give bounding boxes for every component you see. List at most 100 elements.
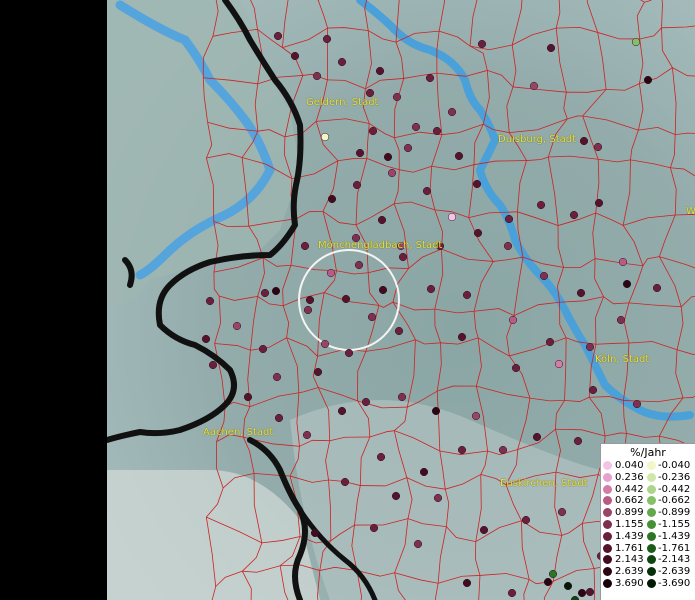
station-marker[interactable]: [205, 296, 215, 306]
station-marker[interactable]: [368, 126, 378, 136]
station-marker[interactable]: [305, 295, 315, 305]
station-marker[interactable]: [313, 367, 323, 377]
station-marker[interactable]: [232, 321, 242, 331]
station-marker[interactable]: [426, 284, 436, 294]
station-marker[interactable]: [498, 445, 508, 455]
map-viewport[interactable]: Geldern, Stadt Duisburg, Stadt Mönchengl…: [0, 0, 695, 600]
station-marker[interactable]: [243, 392, 253, 402]
station-marker[interactable]: [632, 399, 642, 409]
station-marker[interactable]: [290, 51, 300, 61]
station-marker[interactable]: [201, 334, 211, 344]
station-marker[interactable]: [320, 132, 330, 142]
station-marker[interactable]: [312, 71, 322, 81]
station-marker[interactable]: [375, 66, 385, 76]
station-marker[interactable]: [377, 215, 387, 225]
station-marker[interactable]: [391, 491, 401, 501]
station-marker[interactable]: [462, 290, 472, 300]
station-marker[interactable]: [471, 411, 481, 421]
station-marker[interactable]: [327, 194, 337, 204]
station-marker[interactable]: [322, 34, 332, 44]
station-marker[interactable]: [616, 315, 626, 325]
station-marker[interactable]: [618, 257, 628, 267]
station-marker[interactable]: [341, 294, 351, 304]
station-marker[interactable]: [563, 581, 573, 591]
station-marker[interactable]: [300, 241, 310, 251]
station-marker[interactable]: [260, 288, 270, 298]
station-marker[interactable]: [394, 326, 404, 336]
station-marker[interactable]: [588, 385, 598, 395]
station-marker[interactable]: [577, 588, 587, 598]
station-marker[interactable]: [425, 73, 435, 83]
station-marker[interactable]: [631, 37, 641, 47]
station-marker[interactable]: [376, 452, 386, 462]
station-marker[interactable]: [413, 539, 423, 549]
station-marker[interactable]: [361, 397, 371, 407]
station-marker[interactable]: [398, 252, 408, 262]
station-marker[interactable]: [433, 493, 443, 503]
station-marker[interactable]: [585, 342, 595, 352]
station-marker[interactable]: [479, 525, 489, 535]
station-marker[interactable]: [539, 271, 549, 281]
station-marker[interactable]: [403, 143, 413, 153]
station-marker[interactable]: [472, 179, 482, 189]
station-marker[interactable]: [208, 360, 218, 370]
station-marker[interactable]: [337, 57, 347, 67]
station-marker[interactable]: [473, 228, 483, 238]
station-marker[interactable]: [457, 332, 467, 342]
station-marker[interactable]: [271, 286, 281, 296]
station-marker[interactable]: [344, 348, 354, 358]
station-marker[interactable]: [355, 148, 365, 158]
station-marker[interactable]: [337, 406, 347, 416]
station-marker[interactable]: [431, 406, 441, 416]
station-marker[interactable]: [310, 528, 320, 538]
station-marker[interactable]: [543, 577, 553, 587]
station-marker[interactable]: [303, 305, 313, 315]
station-marker[interactable]: [432, 126, 442, 136]
station-marker[interactable]: [457, 445, 467, 455]
station-marker[interactable]: [365, 88, 375, 98]
station-marker[interactable]: [383, 152, 393, 162]
station-marker[interactable]: [504, 214, 514, 224]
station-marker[interactable]: [503, 241, 513, 251]
station-marker[interactable]: [302, 430, 312, 440]
station-marker[interactable]: [593, 142, 603, 152]
station-marker[interactable]: [643, 75, 653, 85]
station-marker[interactable]: [320, 339, 330, 349]
station-marker[interactable]: [536, 200, 546, 210]
station-marker[interactable]: [557, 507, 567, 517]
station-marker[interactable]: [521, 515, 531, 525]
station-marker[interactable]: [392, 92, 402, 102]
station-marker[interactable]: [462, 578, 472, 588]
station-marker[interactable]: [548, 569, 558, 579]
station-marker[interactable]: [532, 432, 542, 442]
station-marker[interactable]: [326, 268, 336, 278]
station-marker[interactable]: [272, 372, 282, 382]
station-marker[interactable]: [387, 168, 397, 178]
station-marker[interactable]: [422, 186, 432, 196]
station-marker[interactable]: [397, 392, 407, 402]
station-marker[interactable]: [273, 31, 283, 41]
station-marker[interactable]: [545, 337, 555, 347]
station-marker[interactable]: [354, 260, 364, 270]
station-marker[interactable]: [340, 477, 350, 487]
station-marker[interactable]: [477, 39, 487, 49]
station-marker[interactable]: [378, 285, 388, 295]
station-marker[interactable]: [576, 288, 586, 298]
station-marker[interactable]: [554, 359, 564, 369]
station-marker[interactable]: [579, 136, 589, 146]
station-marker[interactable]: [585, 587, 595, 597]
station-marker[interactable]: [508, 315, 518, 325]
station-marker[interactable]: [274, 413, 284, 423]
station-marker[interactable]: [573, 436, 583, 446]
station-marker[interactable]: [447, 212, 457, 222]
station-marker[interactable]: [507, 588, 517, 598]
station-marker[interactable]: [594, 198, 604, 208]
station-marker[interactable]: [258, 344, 268, 354]
station-marker[interactable]: [419, 467, 429, 477]
station-marker[interactable]: [529, 81, 539, 91]
station-marker[interactable]: [367, 312, 377, 322]
station-marker[interactable]: [569, 210, 579, 220]
station-marker[interactable]: [352, 180, 362, 190]
station-marker[interactable]: [447, 107, 457, 117]
station-marker[interactable]: [622, 279, 632, 289]
